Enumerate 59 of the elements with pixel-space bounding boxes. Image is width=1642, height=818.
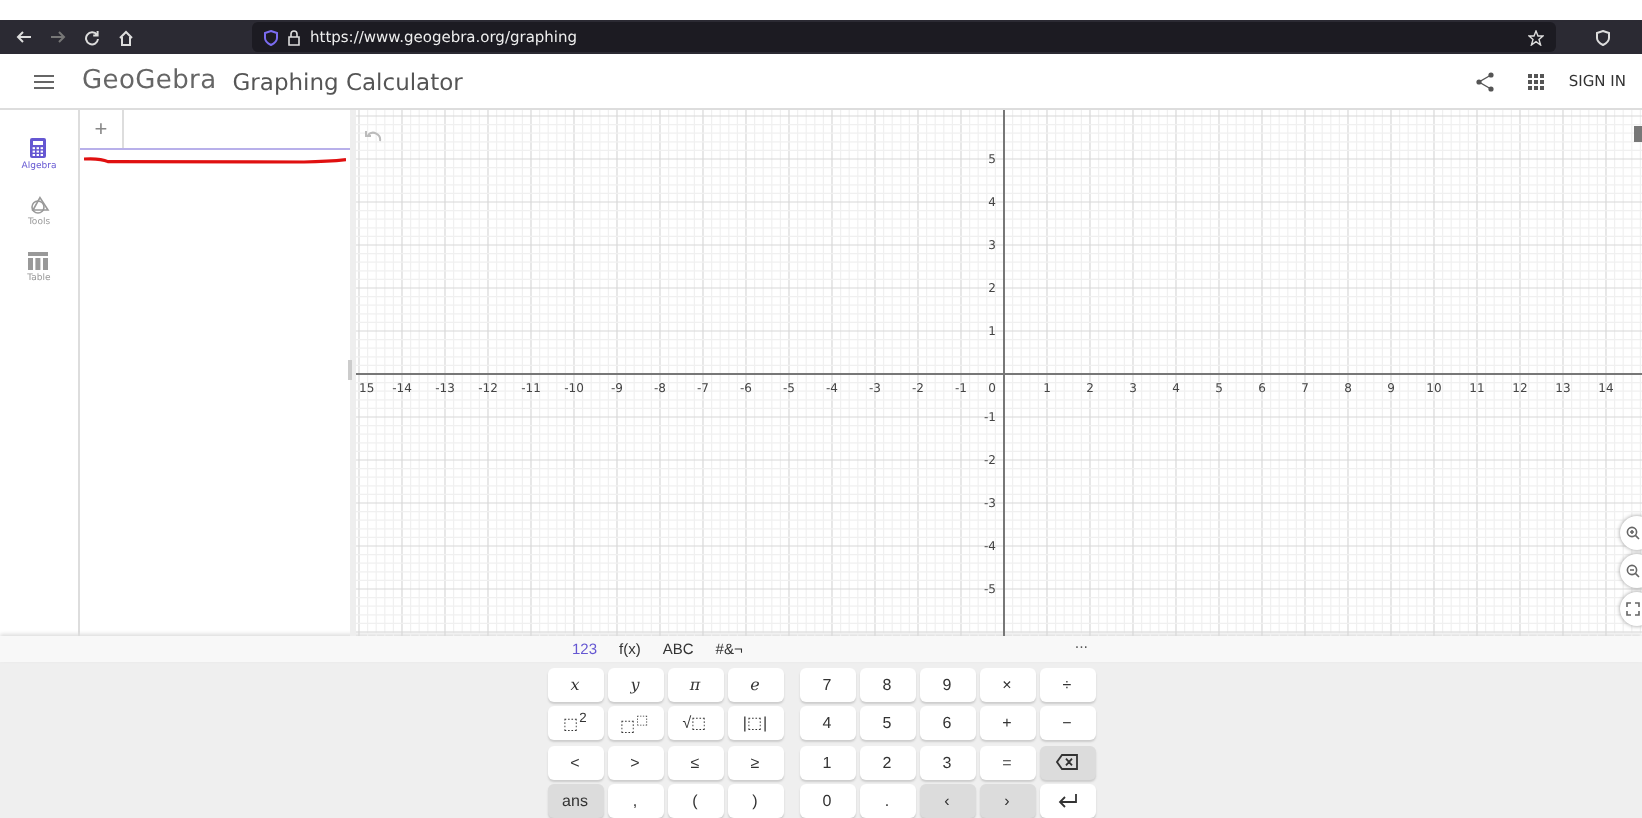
shield-icon[interactable] bbox=[1596, 29, 1610, 45]
keyboard-key[interactable]: 4 bbox=[799, 706, 855, 740]
app-title: Graphing Calculator bbox=[232, 67, 465, 95]
backspace-key[interactable] bbox=[1039, 745, 1095, 779]
keyboard-key[interactable]: › bbox=[979, 784, 1035, 818]
apps-grid-icon[interactable] bbox=[1528, 73, 1545, 89]
keyboard-key[interactable]: < bbox=[547, 745, 603, 779]
add-button[interactable]: + bbox=[80, 110, 124, 148]
keyboard-key[interactable]: − bbox=[1039, 706, 1095, 740]
keyboard-key[interactable]: 6 bbox=[919, 706, 975, 740]
enter-key[interactable] bbox=[1039, 784, 1095, 818]
keyboard-key[interactable]: y bbox=[607, 667, 663, 701]
keyboard-key[interactable]: ans bbox=[547, 784, 603, 818]
logo: GeoGebra bbox=[82, 66, 217, 96]
keyboard-key[interactable]: x bbox=[547, 667, 603, 701]
share-icon[interactable] bbox=[1476, 71, 1495, 91]
keyboard-key[interactable]: √⬚ bbox=[667, 706, 723, 740]
keyboard-key[interactable]: ≤ bbox=[667, 745, 723, 779]
keyboard-key[interactable]: ⬚$^{⬚}$ bbox=[607, 706, 663, 740]
fullscreen-icon bbox=[1626, 602, 1640, 616]
reload-icon[interactable] bbox=[84, 29, 100, 45]
keyboard-key[interactable]: ( bbox=[667, 784, 723, 818]
back-icon[interactable] bbox=[16, 30, 32, 44]
keyboard-key[interactable]: ) bbox=[727, 784, 783, 818]
calculator-icon bbox=[30, 138, 47, 158]
keyboard-key[interactable]: ‹ bbox=[919, 784, 975, 818]
keyboard-key[interactable]: 3 bbox=[919, 745, 975, 779]
keyboard-key[interactable]: e bbox=[727, 667, 783, 701]
table-icon bbox=[28, 252, 49, 270]
keyboard-key[interactable]: 1 bbox=[799, 745, 855, 779]
lock-icon bbox=[288, 29, 300, 45]
keyboard-key[interactable]: 0 bbox=[799, 784, 855, 818]
shapes-icon bbox=[29, 196, 49, 214]
resize-handle[interactable] bbox=[348, 360, 352, 380]
zoom-in-icon bbox=[1626, 526, 1640, 540]
keyboard-key[interactable]: ÷ bbox=[1039, 667, 1095, 701]
keyboard-key[interactable]: = bbox=[979, 745, 1035, 779]
keyboard-key[interactable]: ⬚$^{2}$ bbox=[547, 706, 603, 740]
keyboard-key[interactable]: > bbox=[607, 745, 663, 779]
keyboard-key[interactable]: . bbox=[859, 784, 915, 818]
keyboard-key[interactable]: 9 bbox=[919, 667, 975, 701]
enter-icon bbox=[1057, 794, 1077, 808]
zoom-out-icon bbox=[1626, 564, 1640, 578]
keyboard-key[interactable]: 5 bbox=[859, 706, 915, 740]
keyboard-key[interactable]: + bbox=[979, 706, 1035, 740]
menu-icon[interactable] bbox=[34, 73, 54, 89]
keyboard-key[interactable]: 8 bbox=[859, 667, 915, 701]
keyboard-key[interactable]: 2 bbox=[859, 745, 915, 779]
backspace-icon bbox=[1056, 754, 1078, 770]
home-icon[interactable] bbox=[118, 29, 134, 45]
star-icon[interactable] bbox=[1528, 29, 1544, 45]
shield-icon bbox=[264, 29, 278, 45]
keyboard-key[interactable]: × bbox=[979, 667, 1035, 701]
keyboard-key[interactable]: ≥ bbox=[727, 745, 783, 779]
forward-icon[interactable] bbox=[50, 30, 66, 44]
keyboard-key[interactable]: |⬚| bbox=[727, 706, 783, 740]
keyboard-key[interactable]: π bbox=[667, 667, 723, 701]
keyboard-key[interactable]: , bbox=[607, 784, 663, 818]
keyboard-key[interactable]: 7 bbox=[799, 667, 855, 701]
